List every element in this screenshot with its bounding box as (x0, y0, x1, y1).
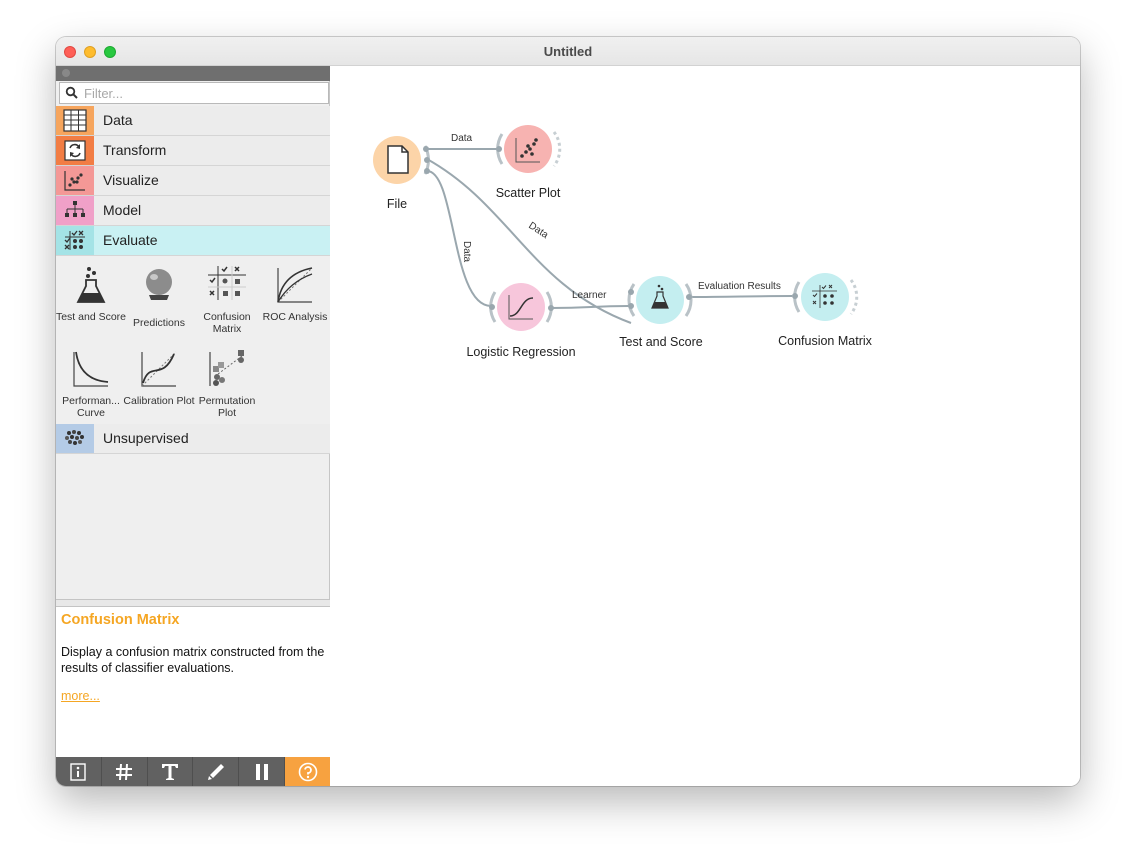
app-window: Untitled Data (56, 37, 1080, 786)
sidebar-handle[interactable] (56, 66, 330, 81)
document-icon (387, 145, 409, 174)
widget-roc-analysis[interactable]: ROC Analysis (262, 262, 328, 340)
confusion-matrix-icon (208, 266, 246, 300)
category-unsupervised-swatch (56, 424, 94, 453)
title-bar: Untitled (56, 37, 1080, 66)
widget-label: ROC Analysis (262, 311, 328, 323)
widget-label: Predictions (133, 317, 185, 329)
widget-label: Confusion Matrix (203, 311, 251, 335)
category-visualize[interactable]: Visualize (56, 166, 330, 196)
category-label: Data (103, 112, 133, 128)
evaluate-icon (64, 230, 85, 250)
node-file[interactable] (373, 136, 430, 184)
widget-permutation-plot[interactable]: Permutation Plot (194, 346, 260, 424)
widget-sidebar: Data Transform (56, 66, 330, 786)
widget-calibration-plot[interactable]: Calibration Plot (123, 346, 195, 424)
category-evaluate[interactable]: Evaluate (56, 226, 330, 256)
category-data-swatch (56, 106, 94, 135)
scatter-icon (64, 171, 85, 191)
category-transform[interactable]: Transform (56, 136, 330, 166)
category-label: Evaluate (103, 232, 158, 248)
transform-icon (64, 140, 86, 161)
pen-button[interactable] (193, 757, 240, 786)
link-label: Data (526, 220, 550, 241)
category-model-swatch (56, 196, 94, 225)
widget-confusion-matrix[interactable]: Confusion Matrix (194, 262, 260, 340)
filter-input[interactable] (82, 84, 322, 102)
widget-predictions[interactable]: Predictions (126, 262, 192, 340)
widget-test-and-score[interactable]: Test and Score (56, 262, 126, 340)
text-annotation-button[interactable] (148, 757, 194, 786)
sidebar-splitter[interactable] (56, 599, 330, 607)
node-scatter-plot[interactable] (496, 125, 562, 173)
permutation-plot-icon (209, 350, 244, 386)
help-panel: Confusion Matrix Display a confusion mat… (56, 607, 330, 757)
node-logistic-regression[interactable] (489, 283, 554, 331)
category-evaluate-swatch (56, 226, 94, 255)
category-label: Visualize (103, 172, 159, 188)
node-label-scatter-plot: Scatter Plot (495, 186, 561, 200)
performance-curve-icon (73, 351, 109, 387)
node-label-test-and-score: Test and Score (619, 335, 703, 349)
workflow-links: Data Data Data Learner Evaluation Result… (373, 125, 859, 331)
link-file-logreg[interactable] (426, 170, 492, 307)
link-label: Learner (572, 290, 607, 301)
search-icon (65, 86, 78, 99)
table-icon (63, 109, 87, 132)
evaluate-widget-grid: Test and Score Predictions Confusion Mat… (56, 256, 330, 424)
node-label-logistic-regression: Logistic Regression (466, 345, 576, 359)
link-label: Data (451, 133, 473, 144)
widget-label: Performan... Curve (62, 395, 120, 419)
help-more-link[interactable]: more... (61, 689, 100, 703)
info-button[interactable] (56, 757, 102, 786)
grid-icon (116, 763, 133, 780)
calibration-plot-icon (141, 351, 177, 387)
dock-dot-icon (62, 69, 70, 77)
tree-icon (65, 201, 85, 217)
help-icon (298, 762, 317, 781)
widget-label: Permutation Plot (198, 395, 256, 419)
category-label: Unsupervised (103, 430, 189, 446)
window-title: Untitled (543, 44, 593, 59)
sidebar-toolbar (56, 757, 330, 786)
link-testscore-confusion[interactable] (687, 295, 793, 298)
widget-performance-curve[interactable]: Performan... Curve (58, 346, 124, 424)
cluster-icon (65, 430, 84, 445)
link-logreg-testscore[interactable] (550, 305, 630, 309)
category-model[interactable]: Model (56, 196, 330, 226)
category-data[interactable]: Data (56, 106, 330, 136)
help-title: Confusion Matrix (61, 612, 180, 628)
roc-curve-icon (277, 267, 313, 303)
filter-box[interactable] (59, 82, 329, 104)
workflow-canvas[interactable]: Data Data Data Learner Evaluation Result… (331, 66, 1080, 786)
link-label: Data (461, 241, 472, 263)
category-visualize-swatch (56, 166, 94, 195)
node-label-confusion-matrix: Confusion Matrix (778, 334, 872, 348)
node-label-file: File (386, 197, 408, 211)
text-icon (162, 763, 179, 780)
pause-button[interactable] (239, 757, 286, 786)
link-label: Evaluation Results (698, 281, 781, 292)
grid-button[interactable] (102, 757, 148, 786)
category-transform-swatch (56, 136, 94, 165)
pause-icon (255, 763, 268, 780)
category-label: Transform (103, 142, 167, 158)
category-unsupervised[interactable]: Unsupervised (56, 424, 330, 454)
pen-icon (207, 763, 224, 780)
flask-icon (76, 267, 106, 303)
help-button[interactable] (285, 757, 330, 786)
node-confusion-matrix[interactable] (792, 273, 859, 321)
node-test-and-score[interactable] (627, 276, 693, 324)
info-icon (70, 762, 87, 781)
category-label: Model (103, 202, 142, 218)
widget-label: Test and Score (56, 311, 127, 323)
help-description: Display a confusion matrix constructed f… (61, 645, 325, 675)
crystal-ball-icon (146, 269, 172, 300)
widget-label: Calibration Plot (123, 395, 195, 407)
